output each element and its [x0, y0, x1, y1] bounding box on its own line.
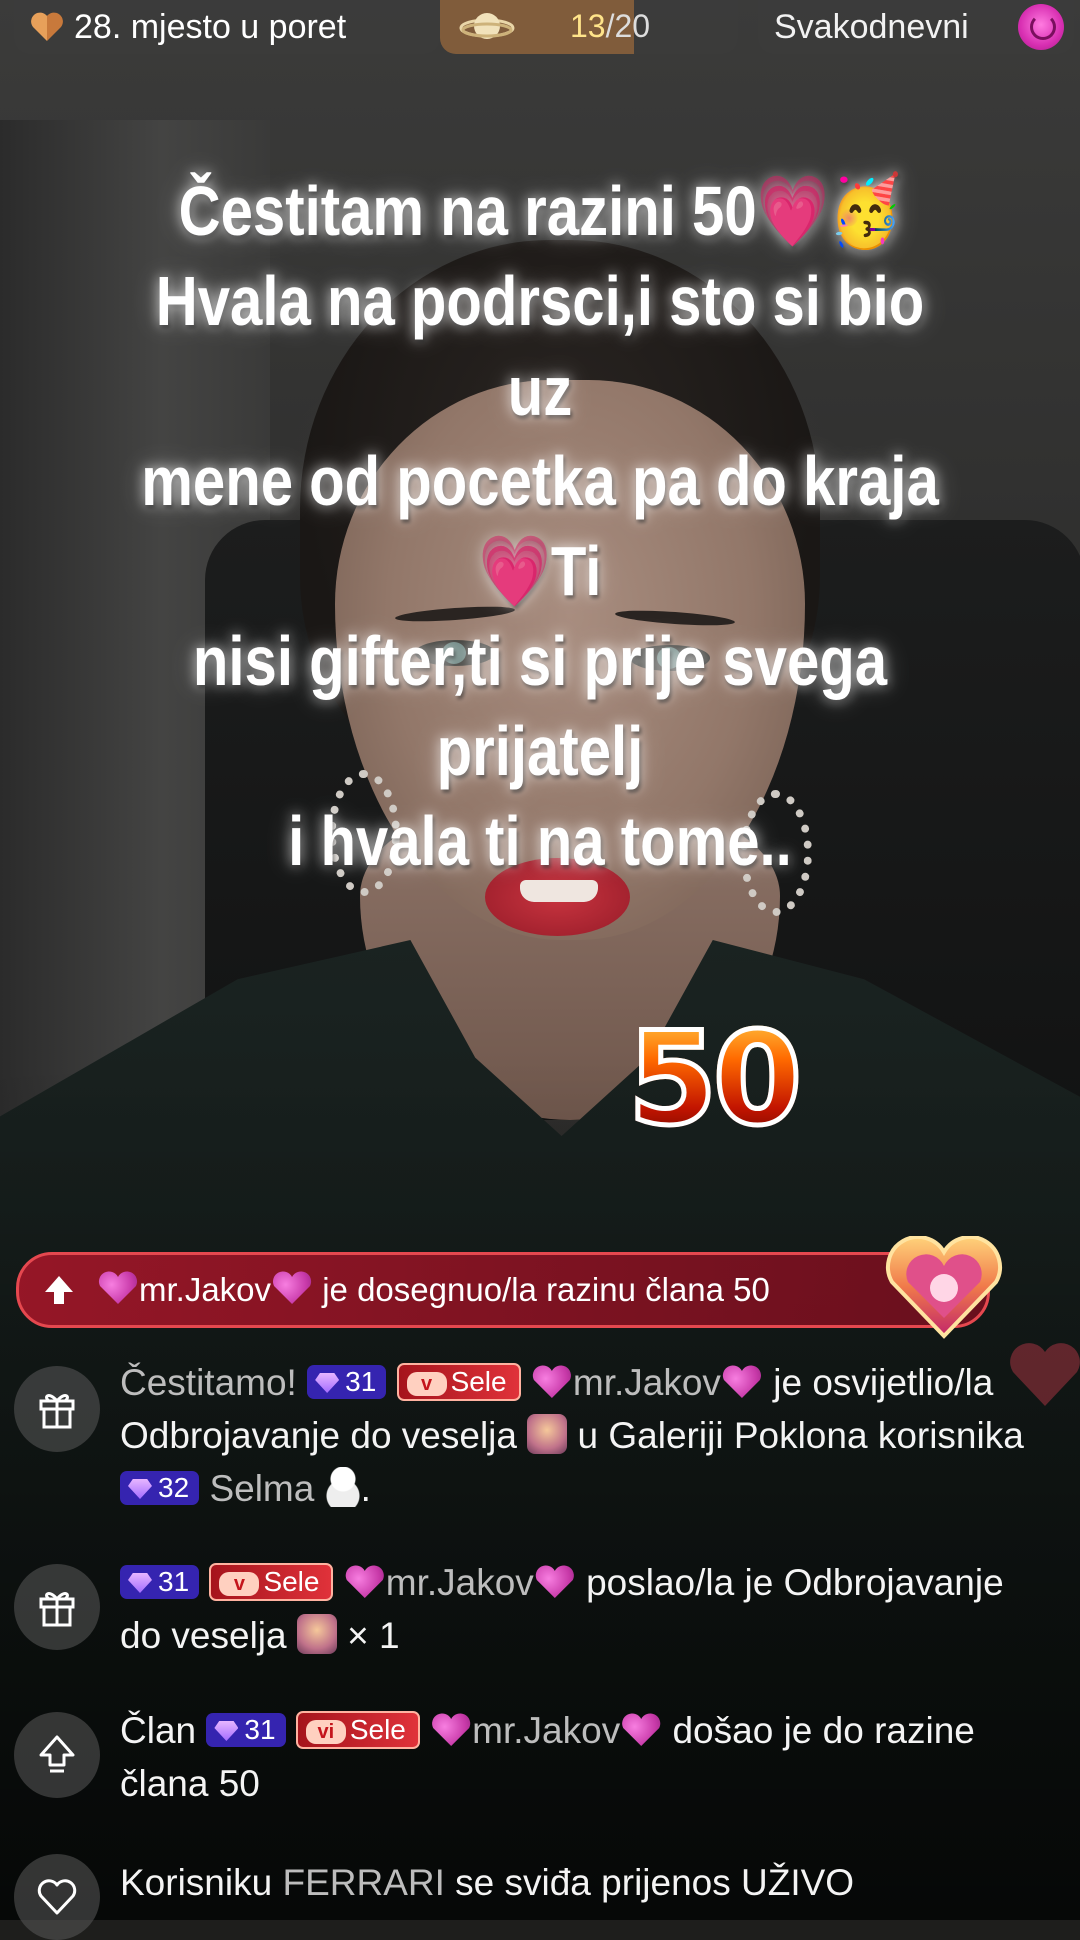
- level-50-badge: 50: [598, 1007, 828, 1152]
- user-level-badge[interactable]: 31: [206, 1713, 286, 1747]
- fan-badge-icon: vi: [305, 1720, 346, 1744]
- user-heart-icon: [620, 1713, 662, 1747]
- user-heart-icon: [271, 1271, 313, 1305]
- username[interactable]: mr.Jakov: [386, 1562, 534, 1603]
- diamond-icon: [128, 1479, 152, 1499]
- planet-icon: [459, 13, 515, 39]
- message-prefix: Član: [120, 1710, 197, 1751]
- fan-badge-name: Sele: [263, 1566, 320, 1597]
- user-heart-icon: [534, 1565, 576, 1599]
- user-level: 32: [158, 1472, 190, 1503]
- half-heart-icon: [31, 12, 63, 42]
- daily-pill[interactable]: Svakodnevni: [758, 0, 1074, 54]
- user-heart-icon: [721, 1365, 763, 1399]
- gift-icon: [14, 1366, 100, 1452]
- message-text: došao je do: [672, 1710, 864, 1751]
- fan-club-badge[interactable]: vi Sele: [295, 1711, 420, 1749]
- message-prefix: Korisniku: [120, 1862, 273, 1903]
- user-heart-icon: [531, 1365, 573, 1399]
- user-heart-icon: [430, 1713, 472, 1747]
- goal-pill[interactable]: 13/20: [440, 0, 738, 54]
- chat-message: 31 v Sele mr.Jakov poslao/la je Odbrojava…: [0, 1556, 1080, 1686]
- chat-message: Korisniku FERRARI se sviđa prijenos UŽIV…: [0, 1848, 1080, 1940]
- chat-message-text: Korisniku FERRARI se sviđa prijenos UŽIV…: [120, 1856, 1040, 1909]
- gift-icon: [14, 1564, 100, 1650]
- user-level: 31: [158, 1566, 190, 1597]
- caption-line: Čestitam na razini 50💗🥳: [178, 172, 902, 250]
- fan-badge-icon: v: [219, 1572, 260, 1596]
- user-level-badge[interactable]: 31: [307, 1365, 387, 1399]
- user-heart-icon: [344, 1565, 386, 1599]
- message-end: .: [360, 1468, 371, 1509]
- fan-club-badge[interactable]: v Sele: [396, 1363, 521, 1401]
- rose-icon: [1018, 4, 1064, 50]
- gift-emoji-icon: [296, 1614, 337, 1654]
- user-level: 31: [345, 1366, 377, 1397]
- message-text: Galeriji Poklona korisnika: [608, 1415, 1024, 1456]
- chat-message-text: 31 v Sele mr.Jakov poslao/la je Odbrojava…: [120, 1556, 1040, 1662]
- ranking-pill[interactable]: 28. mjesto u poret: [14, 0, 440, 54]
- username[interactable]: FERRARI: [282, 1862, 444, 1903]
- goal-total: 20: [614, 8, 651, 44]
- goal-counter: 13/20: [570, 8, 650, 45]
- user-level: 31: [244, 1714, 276, 1745]
- banner-message: mr.Jakov je dosegnuo/la razinu člana 50: [97, 1271, 770, 1309]
- user-level-badge[interactable]: 32: [120, 1471, 200, 1505]
- level-up-icon: [14, 1712, 100, 1798]
- message-prefix: Čestitamo!: [120, 1362, 297, 1403]
- level-up-icon-glyph: [39, 1735, 75, 1773]
- caption-line: nisi gifter,ti si prije svega prijatelj: [192, 622, 888, 790]
- snowman-icon: [324, 1467, 361, 1507]
- username[interactable]: mr.Jakov: [573, 1362, 721, 1403]
- user-level-badge[interactable]: 31: [120, 1565, 200, 1599]
- top-bar: 28. mjesto u poret 13/20 Svakodnevni: [0, 0, 1080, 60]
- gift-icon-glyph: [39, 1592, 75, 1627]
- chat-message: Član 31 vi Sele mr.Jakov došao je do razi…: [0, 1704, 1080, 1834]
- level-up-banner[interactable]: mr.Jakov je dosegnuo/la razinu člana 50: [16, 1252, 990, 1328]
- caption-line: i hvala ti na tome..: [288, 802, 792, 880]
- diamond-icon: [128, 1573, 152, 1593]
- fan-badge-name: Sele: [349, 1714, 406, 1745]
- fan-badge-name: Sele: [450, 1366, 507, 1397]
- fan-club-badge[interactable]: v Sele: [209, 1563, 334, 1601]
- message-text: je: [773, 1362, 803, 1403]
- chat-message-text: Član 31 vi Sele mr.Jakov došao je do razi…: [120, 1704, 1040, 1810]
- overlay-caption: Čestitam na razini 50💗🥳 Hvala na podrsci…: [125, 166, 955, 886]
- ranking-text: 28. mjesto u poret: [74, 7, 347, 46]
- goal-current: 13: [570, 8, 606, 44]
- message-text: poslao/la je: [586, 1562, 774, 1603]
- heart-outline-icon: [14, 1854, 100, 1940]
- username[interactable]: Selma: [209, 1468, 314, 1509]
- username[interactable]: mr.Jakov: [472, 1710, 620, 1751]
- gift-emoji-icon: [527, 1414, 568, 1454]
- chat-message: Čestitamo! 31 v Sele mr.Jakov je osvijetl…: [0, 1356, 1080, 1546]
- diamond-icon: [214, 1721, 239, 1741]
- diamond-icon: [315, 1373, 340, 1393]
- banner-user: mr.Jakov: [139, 1271, 272, 1308]
- fan-badge-icon: v: [406, 1372, 447, 1396]
- banner-text: je dosegnuo/la razinu člana 50: [322, 1271, 770, 1308]
- caption-line: mene od pocetka pa do kraja💗Ti: [141, 442, 939, 610]
- gift-icon-glyph: [39, 1394, 75, 1429]
- chat-message-text: Čestitamo! 31 v Sele mr.Jakov je osvijetl…: [120, 1356, 1040, 1515]
- caption-line: Hvala na podrsci,i sto si bio uz: [155, 262, 925, 430]
- user-heart-icon: [97, 1271, 139, 1305]
- message-text: × 1: [347, 1615, 400, 1656]
- message-text: se sviđa prijenos UŽIVO: [455, 1862, 855, 1903]
- heart-outline-icon-glyph: [37, 1879, 77, 1915]
- fan-club-heart-icon: [886, 1236, 1002, 1339]
- arrow-up-icon: [45, 1276, 73, 1304]
- message-text: u: [577, 1415, 599, 1456]
- daily-text: Svakodnevni: [774, 7, 969, 46]
